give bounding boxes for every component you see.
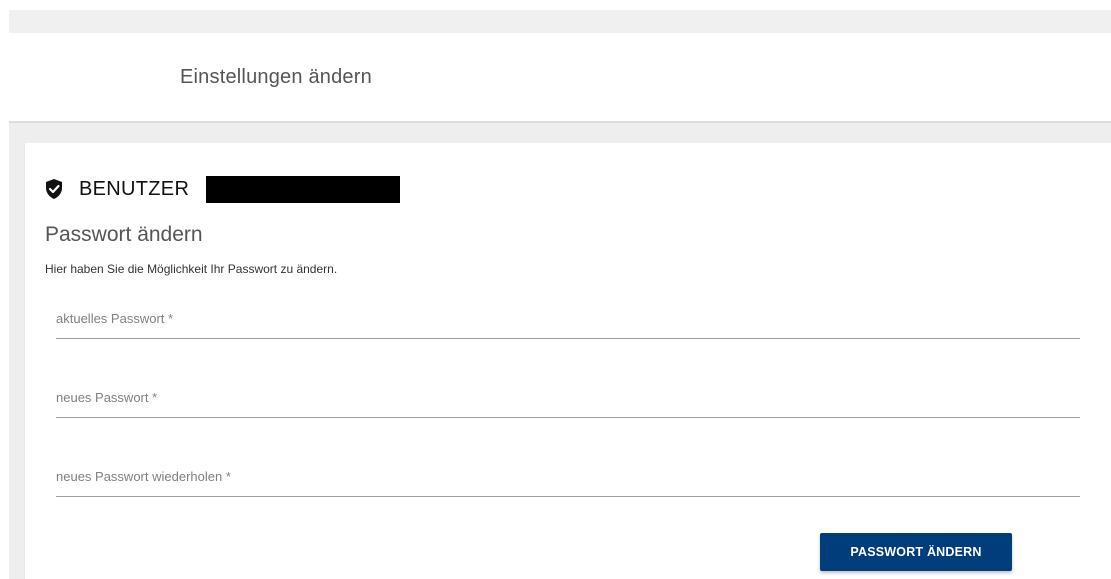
page-title: Einstellungen ändern — [180, 66, 372, 88]
section-description: Hier haben Sie die Möglichkeit Ihr Passw… — [45, 262, 338, 276]
user-label: BENUTZER — [79, 177, 190, 200]
new-password-input[interactable] — [56, 377, 1080, 417]
repeat-password-field — [56, 456, 1080, 497]
shield-check-icon — [45, 179, 63, 199]
current-password-field — [56, 298, 1080, 339]
new-password-field — [56, 377, 1080, 418]
password-card: BENUTZER Passwort ändern Hier haben Sie … — [25, 143, 1111, 579]
repeat-password-input[interactable] — [56, 456, 1080, 496]
redacted-username — [206, 176, 400, 203]
change-password-button[interactable]: PASSWORT ÄNDERN — [820, 533, 1012, 571]
top-strip — [9, 10, 1111, 33]
title-bar: Einstellungen ändern — [9, 33, 1111, 123]
user-row: BENUTZER — [45, 175, 189, 203]
section-title: Passwort ändern — [45, 223, 203, 246]
current-password-input[interactable] — [56, 298, 1080, 338]
